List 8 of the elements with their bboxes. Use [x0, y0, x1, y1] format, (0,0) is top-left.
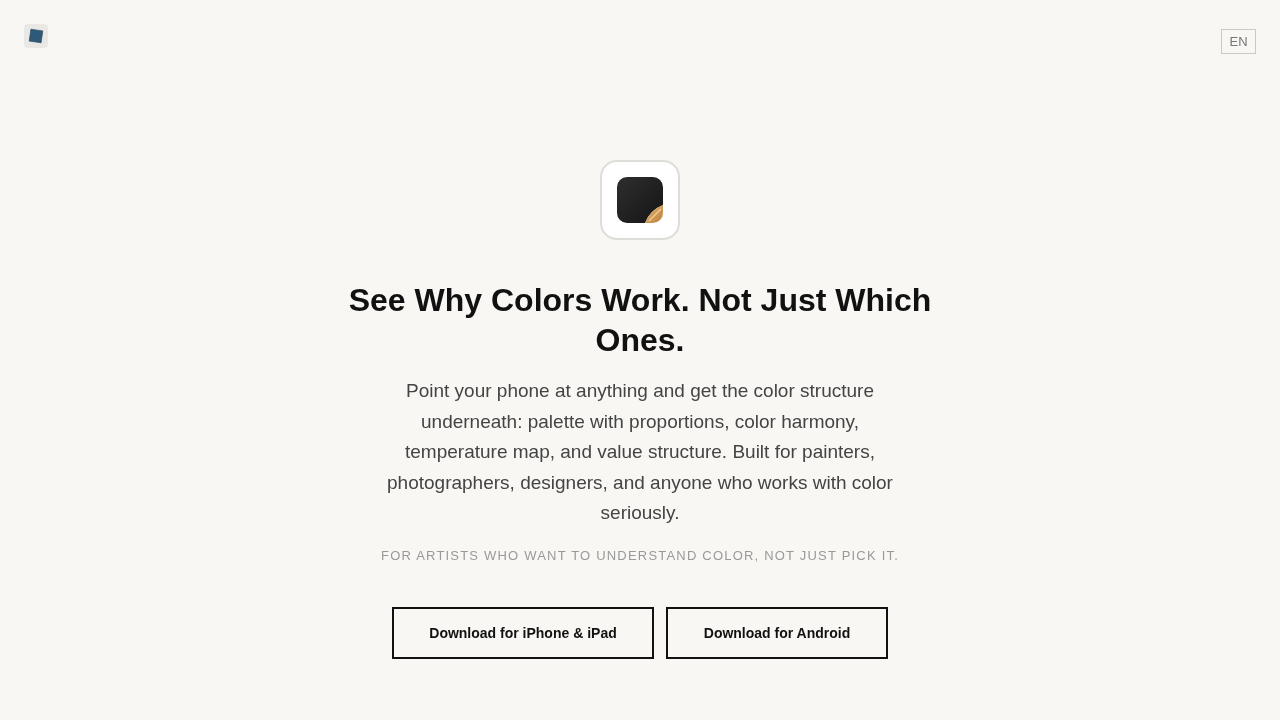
hero-description: Point your phone at anything and get the color structure underneath: palette with proportions, color harmony, temperature map, and value structure. Built for painters, photographers, designers, and anyone who works with color seriously. — [386, 379, 894, 525]
app-icon — [600, 160, 680, 240]
tagline: FOR ARTISTS WHO WANT TO UNDERSTAND COLOR, NOT JUST PICK IT. — [381, 546, 899, 565]
download-button[interactable]: Download for Android — [666, 606, 888, 659]
language-button[interactable]: EN — [1221, 29, 1256, 54]
logo-icon[interactable] — [24, 24, 48, 48]
hero-title: See Why Colors Work. Not Just Which Ones. — [347, 281, 933, 360]
download-button[interactable]: Download for iPhone & iPad — [392, 606, 654, 659]
